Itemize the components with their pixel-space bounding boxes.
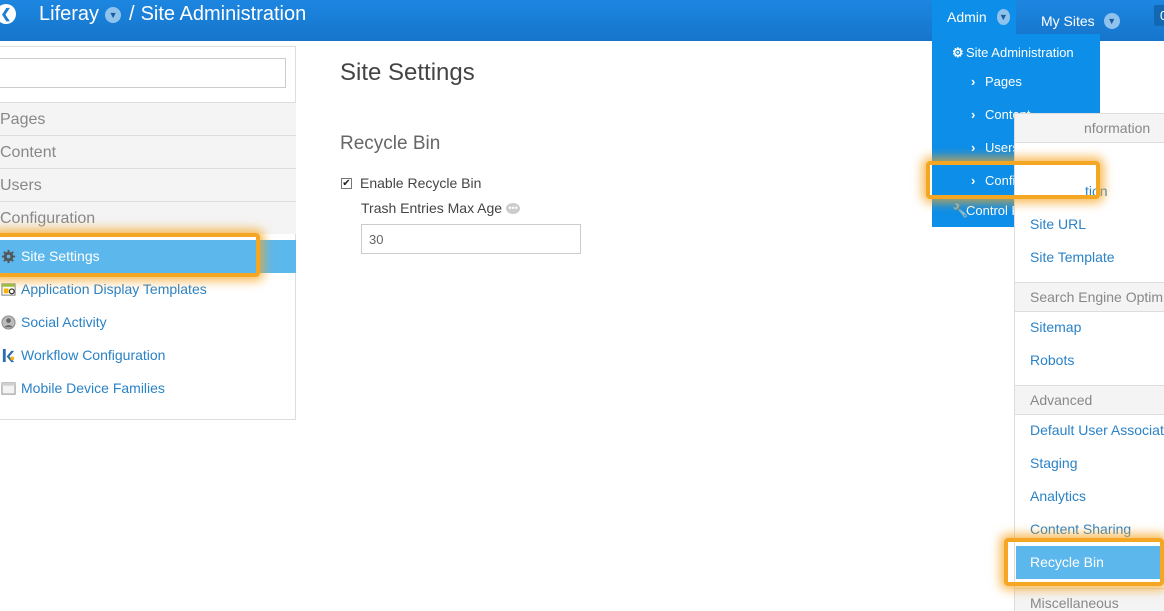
admin-menu-toggle[interactable]: Admin ▼ (932, 0, 1016, 34)
breadcrumb-separator: / (129, 3, 135, 25)
user-icon (1, 315, 16, 330)
chevron-right-icon: › (971, 107, 976, 122)
my-sites-label: My Sites (1041, 12, 1095, 29)
right-link-content-sharing[interactable]: Content Sharing (1030, 521, 1131, 537)
section-title: Recycle Bin (340, 133, 441, 154)
right-section-miscellaneous: Miscellaneous (1015, 588, 1164, 611)
brand-link[interactable]: Liferay (39, 3, 99, 26)
back-icon[interactable]: ❮ (0, 4, 16, 24)
trash-max-age-label: Trash Entries Max Age ••• (361, 200, 521, 216)
gear-icon: ⚙ (952, 45, 964, 60)
chevron-down-icon[interactable]: ▼ (105, 6, 122, 23)
right-link-robots[interactable]: Robots (1030, 352, 1074, 368)
menu-item-pages[interactable]: › Pages (971, 74, 1022, 89)
page-title: Site Settings (340, 59, 475, 86)
right-link-site-template[interactable]: Site Template (1030, 249, 1115, 265)
sidebar-item-mobile-device-families[interactable]: Mobile Device Families (0, 372, 296, 405)
template-icon (1, 283, 16, 296)
sidebar-section-content[interactable]: Content (0, 135, 296, 168)
right-link-sitemap[interactable]: Sitemap (1030, 319, 1081, 335)
sidebar-item-label: Site Settings (21, 248, 100, 264)
menu-item-users[interactable]: › Users (971, 140, 1019, 155)
search-input[interactable] (0, 58, 286, 88)
device-icon (1, 382, 16, 395)
admin-label: Admin (947, 9, 987, 25)
sidebar-item-label: Mobile Device Families (21, 380, 165, 396)
settings-right-panel: nformation tion Site URL Site Template S… (1014, 113, 1164, 611)
workflow-icon (2, 348, 15, 363)
sidebar-section-pages[interactable]: Pages (0, 102, 296, 135)
right-link-staging[interactable]: Staging (1030, 455, 1077, 471)
site-admin-sidebar: Pages Content Users Configuration Site S… (0, 46, 296, 420)
right-link-default-user-associations[interactable]: Default User Associations (1030, 422, 1164, 438)
chevron-down-icon: ▼ (1103, 12, 1120, 29)
chevron-down-icon: ▼ (996, 9, 1010, 25)
wrench-icon: 🔧 (952, 203, 969, 218)
right-section-seo: Search Engine Optimization (1015, 282, 1164, 312)
enable-recycle-bin-checkbox[interactable]: ✔ (341, 178, 352, 189)
sidebar-item-site-settings[interactable]: Site Settings (0, 240, 296, 273)
gear-icon (1, 249, 16, 264)
sidebar-item-label: Workflow Configuration (21, 347, 166, 363)
sidebar-section-configuration[interactable]: Configuration (0, 201, 296, 234)
help-icon[interactable]: ••• (506, 202, 521, 214)
sidebar-item-label: Application Display Templates (21, 281, 207, 297)
right-section-label: nformation (1084, 120, 1151, 136)
right-section-basic-information: nformation (1015, 113, 1164, 143)
right-link-site-url[interactable]: Site URL (1030, 216, 1086, 232)
enable-recycle-bin-label[interactable]: Enable Recycle Bin (360, 175, 481, 191)
right-link-analytics[interactable]: Analytics (1030, 488, 1086, 504)
menu-item-label: Site Administration (966, 45, 1074, 60)
notification-count-badge[interactable]: 0 (1154, 5, 1164, 26)
breadcrumb-current: Site Administration (140, 3, 307, 25)
chevron-right-icon: › (971, 173, 976, 188)
trash-max-age-text: Trash Entries Max Age (361, 200, 503, 216)
menu-item-label: Pages (985, 74, 1022, 89)
sidebar-section-users[interactable]: Users (0, 168, 296, 201)
chevron-right-icon: › (971, 74, 976, 89)
chevron-right-icon: › (971, 140, 976, 155)
sidebar-item-social-activity[interactable]: Social Activity (0, 306, 296, 339)
sidebar-item-workflow-configuration[interactable]: Workflow Configuration (0, 339, 296, 372)
sidebar-item-application-display-templates[interactable]: Application Display Templates (0, 273, 296, 306)
menu-item-site-administration[interactable]: ⚙ Site Administration (952, 45, 1074, 61)
right-link-recycle-bin[interactable]: Recycle Bin (1016, 546, 1164, 579)
breadcrumb: Liferay ▼ / Site Administration (39, 3, 306, 26)
right-link-partial[interactable]: tion (1085, 183, 1108, 199)
sidebar-item-label: Social Activity (21, 314, 107, 330)
right-section-advanced: Advanced (1015, 385, 1164, 415)
trash-max-age-input[interactable] (361, 224, 581, 254)
